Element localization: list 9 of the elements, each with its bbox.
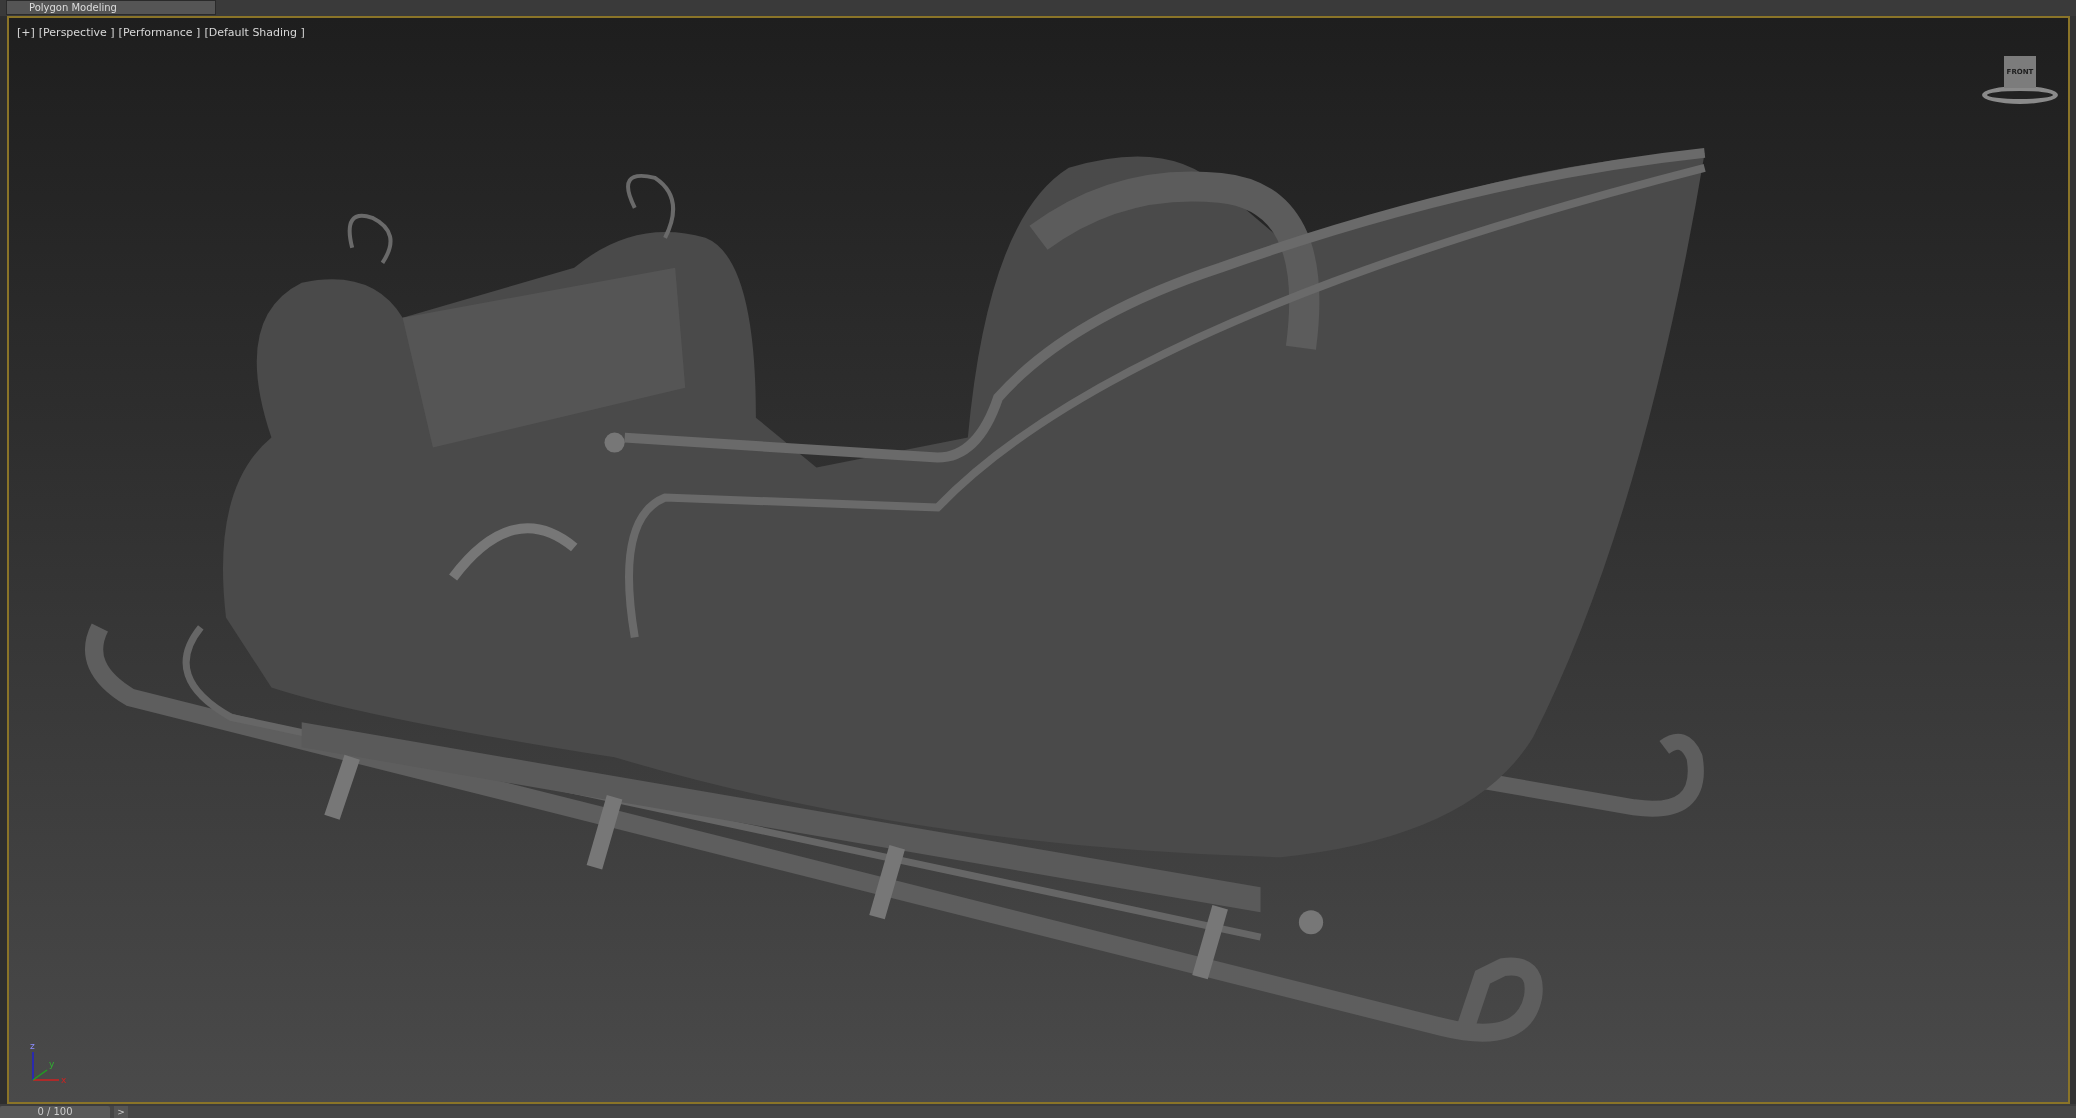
axis-tripod: z y x <box>29 1042 68 1084</box>
viewport-label[interactable]: [+] <box>17 26 35 39</box>
ribbon-tab[interactable]: Polygon Modeling <box>6 0 216 15</box>
viewport-label[interactable]: [Performance ] <box>118 26 201 39</box>
next-frame-button[interactable]: > <box>114 1106 128 1118</box>
time-slider-thumb[interactable]: 0 / 100 <box>0 1106 110 1118</box>
viewport-label[interactable]: [Default Shading ] <box>204 26 305 39</box>
time-slider-track[interactable]: 0 / 100 > <box>0 1106 2076 1118</box>
viewport-label[interactable]: [Perspective ] <box>38 26 115 39</box>
